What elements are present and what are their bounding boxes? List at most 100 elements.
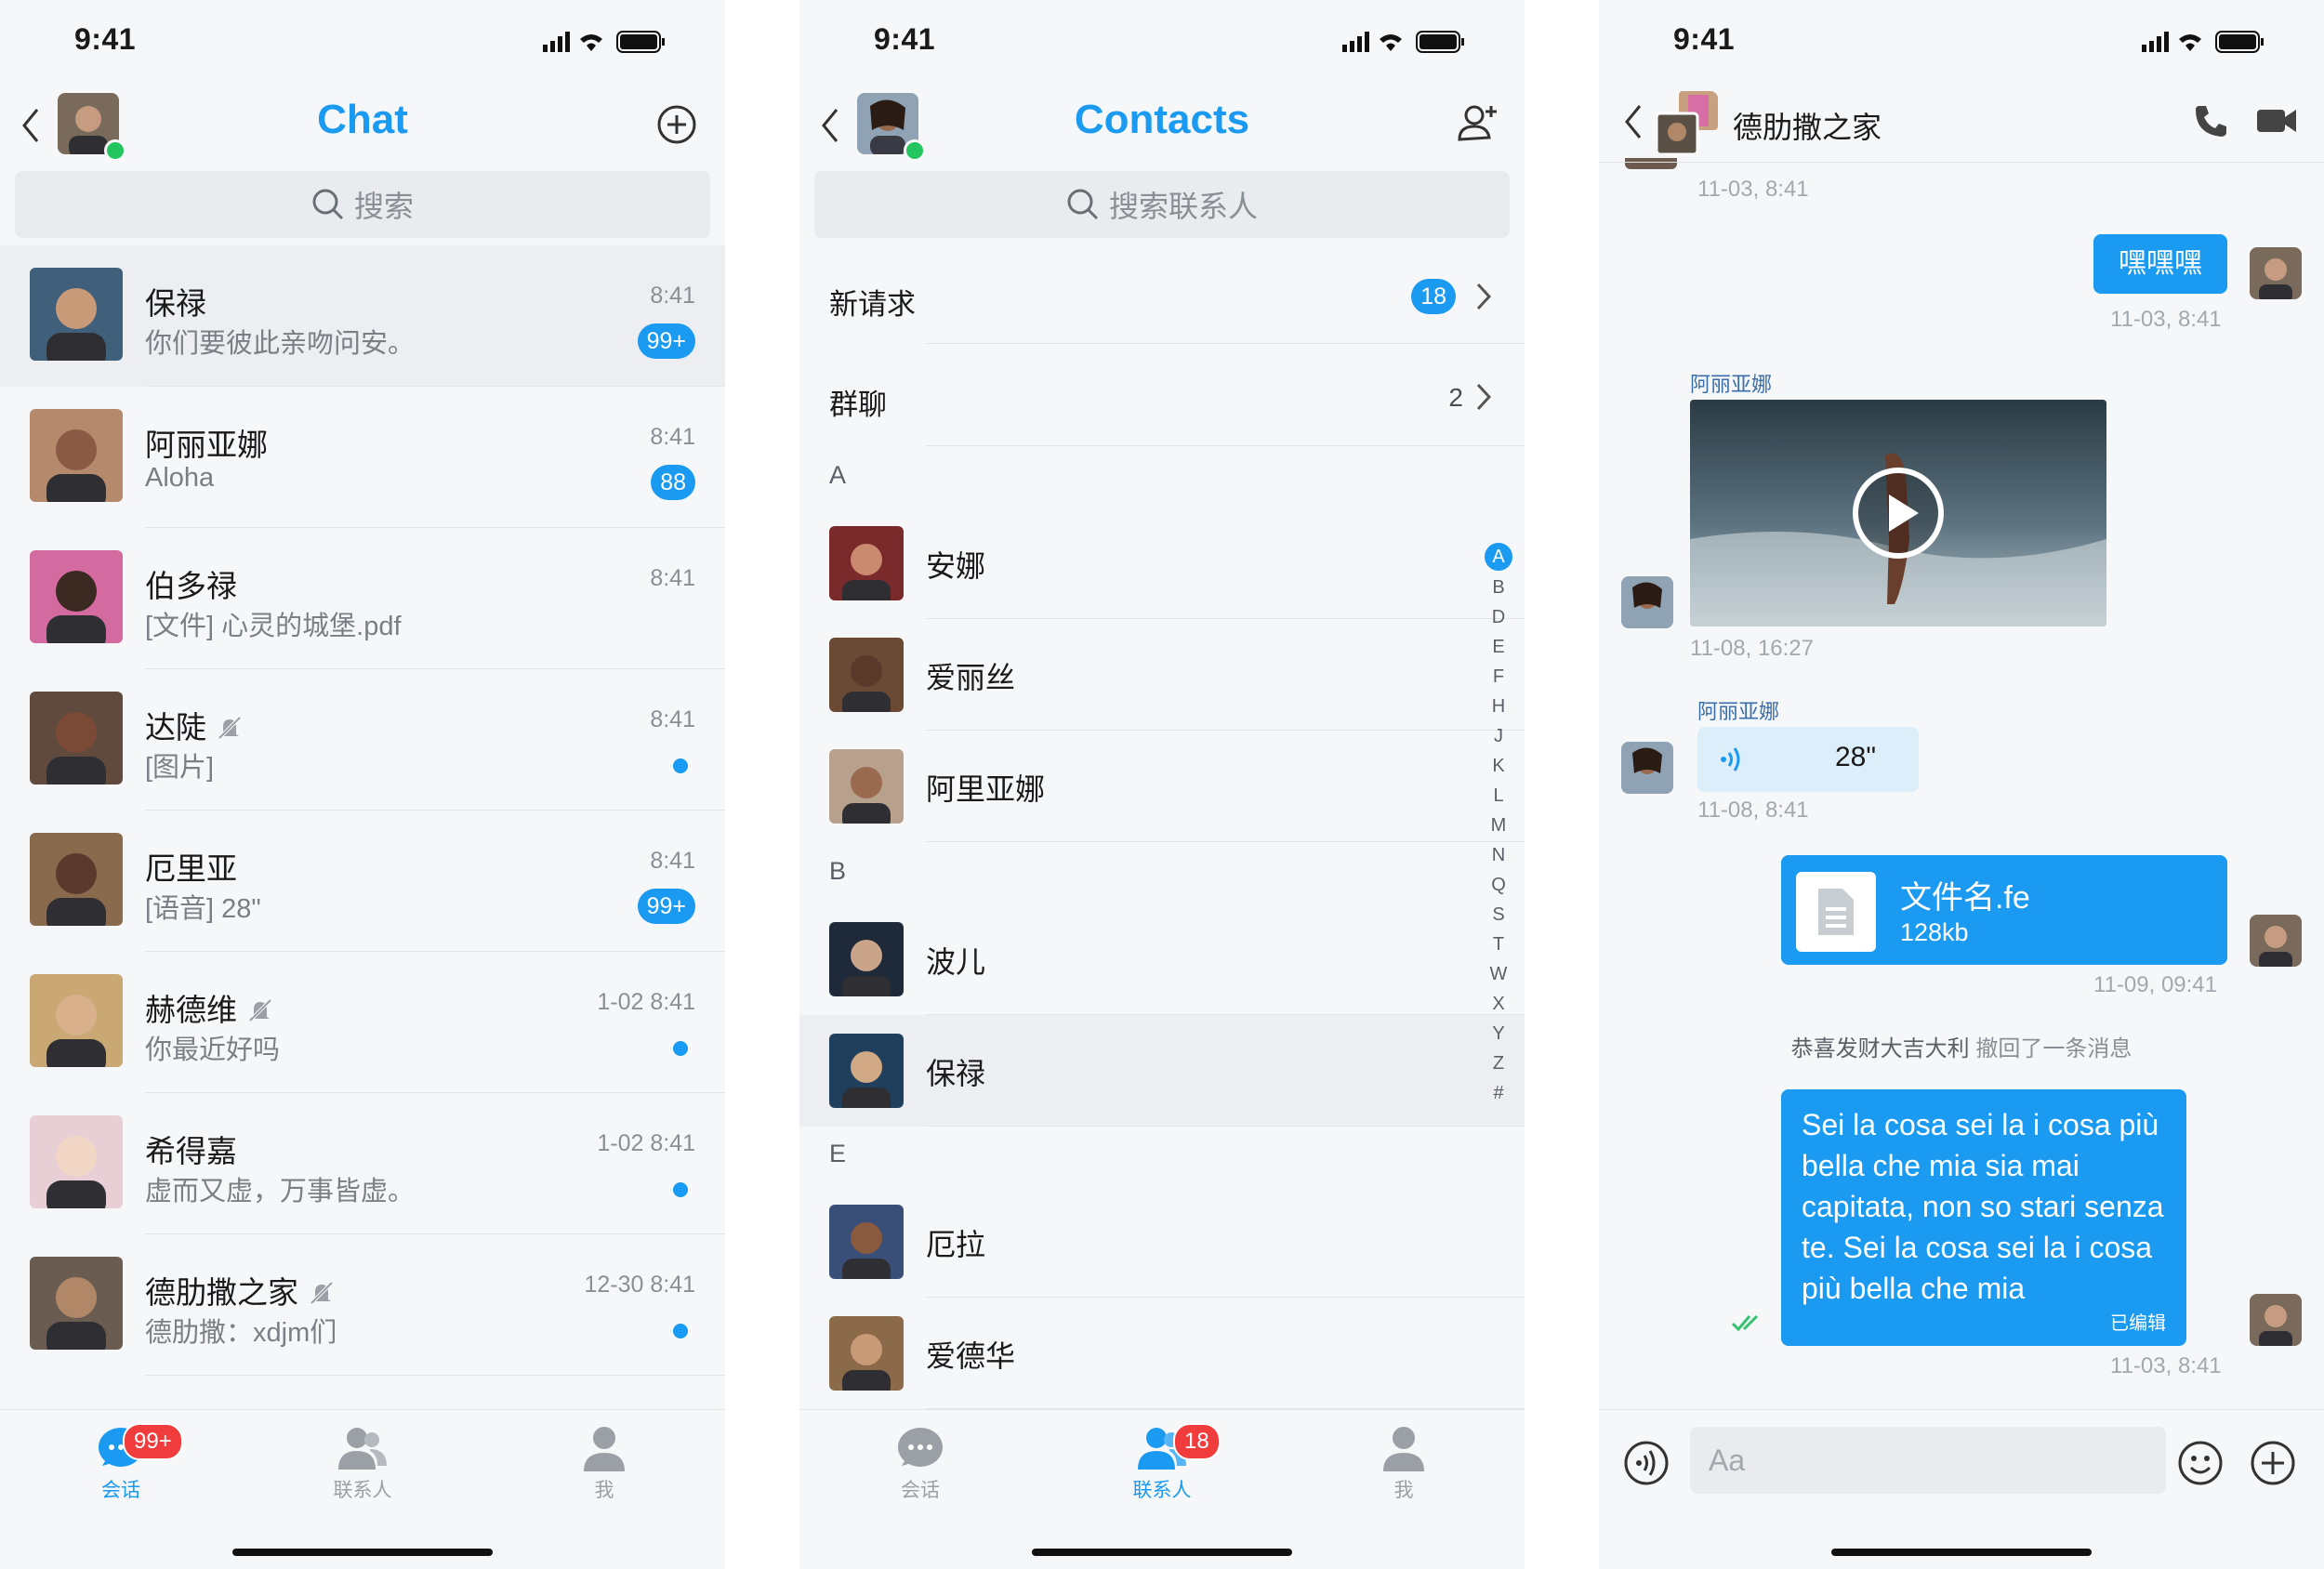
group-avatar[interactable]: [1657, 91, 1718, 154]
tab-conversations[interactable]: 会话 99+: [28, 1423, 214, 1503]
search-input[interactable]: 搜索: [15, 171, 710, 238]
file-icon-box: [1796, 872, 1876, 952]
avatar: [829, 1316, 904, 1391]
tab-me[interactable]: 我: [511, 1425, 697, 1503]
index-letter[interactable]: #: [1480, 1078, 1517, 1108]
message-input[interactable]: Aa: [1690, 1427, 2166, 1494]
chat-list-item[interactable]: 厄里亚 [语音] 28" 8:41 99+: [0, 811, 725, 952]
index-letter[interactable]: S: [1480, 900, 1517, 930]
avatar-image: [829, 922, 904, 996]
index-letter[interactable]: N: [1480, 840, 1517, 870]
status-icons: [2142, 30, 2268, 59]
video-message[interactable]: [1690, 400, 2106, 626]
chat-time: 8:41: [650, 424, 695, 450]
alphabet-index[interactable]: A B D E F H J K L M N Q S T W X Y Z #: [1480, 543, 1517, 1108]
chat-list-item[interactable]: 伯多禄 [文件] 心灵的城堡.pdf 8:41: [0, 528, 725, 669]
contact-name: 波儿: [926, 945, 986, 979]
index-letter[interactable]: K: [1480, 751, 1517, 781]
contact-item[interactable]: 保禄: [799, 1015, 1525, 1127]
new-requests-row[interactable]: 新请求 18: [799, 251, 1525, 344]
group-chats-row[interactable]: 群聊 2: [799, 349, 1525, 446]
contact-item[interactable]: 波儿: [799, 903, 1525, 1015]
contact-name: 安娜: [926, 549, 986, 583]
tab-contacts[interactable]: 联系人: [270, 1425, 456, 1503]
avatar: [829, 1205, 904, 1279]
contact-item[interactable]: 安娜: [799, 508, 1525, 619]
index-letter[interactable]: L: [1480, 781, 1517, 811]
file-message[interactable]: 文件名.fe 128kb: [1781, 855, 2227, 965]
contact-name: 爱德华: [926, 1339, 1016, 1373]
index-letter[interactable]: Q: [1480, 870, 1517, 900]
index-letter[interactable]: T: [1480, 930, 1517, 959]
index-letter[interactable]: D: [1480, 602, 1517, 632]
status-time: 9:41: [74, 22, 137, 56]
recall-user: 恭喜发财大吉大利: [1790, 1036, 1970, 1061]
unread-dot: [673, 1324, 688, 1338]
chat-list-item[interactable]: 阿丽亚娜 Aloha 8:41 88: [0, 387, 725, 528]
index-letter[interactable]: Y: [1480, 1019, 1517, 1048]
video-call-icon[interactable]: [2255, 106, 2298, 136]
voice-message[interactable]: 28": [1697, 727, 1919, 792]
chat-name: 赫德维: [145, 985, 274, 1030]
my-avatar[interactable]: [2250, 915, 2302, 967]
index-letter[interactable]: H: [1480, 692, 1517, 721]
search-input[interactable]: 搜索联系人: [814, 171, 1510, 238]
outgoing-message-bubble[interactable]: Sei la cosa sei la i cosa più bella che …: [1781, 1089, 2186, 1346]
index-letter[interactable]: X: [1480, 989, 1517, 1019]
index-letter[interactable]: B: [1480, 573, 1517, 602]
emoji-icon[interactable]: [2177, 1440, 2224, 1486]
contacts-icon: [338, 1428, 387, 1470]
voice-input-icon[interactable]: [1623, 1440, 1670, 1486]
chat-list-item[interactable]: 赫德维 你最近好吗 1-02 8:41: [0, 952, 725, 1093]
chat-name: 伯多禄: [145, 569, 237, 603]
contact-item[interactable]: 爱丽丝: [799, 619, 1525, 731]
new-requests-label: 新请求: [829, 288, 916, 321]
search-placeholder: 搜索: [353, 190, 414, 223]
outgoing-message-bubble[interactable]: 嘿嘿嘿: [2093, 234, 2227, 294]
avatar-image: [2250, 915, 2302, 967]
phone-call-icon[interactable]: [2192, 102, 2229, 139]
sender-avatar[interactable]: [1621, 576, 1673, 628]
my-avatar[interactable]: [2250, 247, 2302, 299]
chat-list-item[interactable]: 希得嘉 虚而又虚，万事皆虚。 1-02 8:41: [0, 1093, 725, 1234]
contact-item[interactable]: 爱德华: [799, 1298, 1525, 1409]
avatar-image: [829, 1205, 904, 1279]
add-circle-icon[interactable]: [656, 104, 697, 145]
tab-me[interactable]: 我: [1311, 1425, 1497, 1503]
chat-time: 8:41: [650, 848, 695, 874]
tab-label: 联系人: [333, 1480, 392, 1501]
unread-dot: [673, 1041, 688, 1056]
add-contact-icon[interactable]: [1458, 102, 1499, 143]
chat-list-item[interactable]: 保禄 你们要彼此亲吻问安。 8:41 99+: [0, 245, 725, 387]
my-avatar[interactable]: [2250, 1294, 2302, 1346]
index-letter[interactable]: A: [1485, 543, 1512, 571]
chat-list-item[interactable]: 达陡 [图片] 8:41: [0, 669, 725, 811]
sender-avatar[interactable]: [1621, 742, 1673, 794]
sender-name: 阿丽亚娜: [1697, 700, 1780, 723]
status-icons: [543, 30, 669, 59]
avatar: [30, 833, 123, 926]
contact-item[interactable]: 厄拉: [799, 1186, 1525, 1298]
index-letter[interactable]: W: [1480, 959, 1517, 989]
contacts-badge: 18: [1173, 1423, 1221, 1460]
contact-name: 爱丽丝: [926, 661, 1016, 694]
attachment-plus-icon[interactable]: [2250, 1440, 2296, 1486]
home-indicator: [1831, 1549, 2092, 1556]
avatar: [30, 550, 123, 643]
divider: [926, 841, 1525, 842]
index-letter[interactable]: Z: [1480, 1048, 1517, 1078]
muted-bell-icon: [218, 716, 242, 740]
index-letter[interactable]: E: [1480, 632, 1517, 662]
chat-list-item[interactable]: 德肋撒之家 德肋撒：xdjm们 12-30 8:41: [0, 1234, 725, 1376]
index-letter[interactable]: F: [1480, 662, 1517, 692]
chat-name: 厄里亚: [145, 851, 237, 886]
file-name: 文件名.fe: [1900, 880, 2030, 916]
index-letter[interactable]: J: [1480, 721, 1517, 751]
tab-contacts[interactable]: 联系人 18: [1069, 1423, 1255, 1503]
index-letter[interactable]: M: [1480, 811, 1517, 840]
divider: [145, 1375, 725, 1376]
status-bar: 9:41: [799, 0, 1525, 84]
back-chevron-icon[interactable]: [1623, 104, 1644, 139]
tab-conversations[interactable]: 会话: [827, 1425, 1013, 1503]
contact-item[interactable]: 阿里亚娜: [799, 731, 1525, 842]
